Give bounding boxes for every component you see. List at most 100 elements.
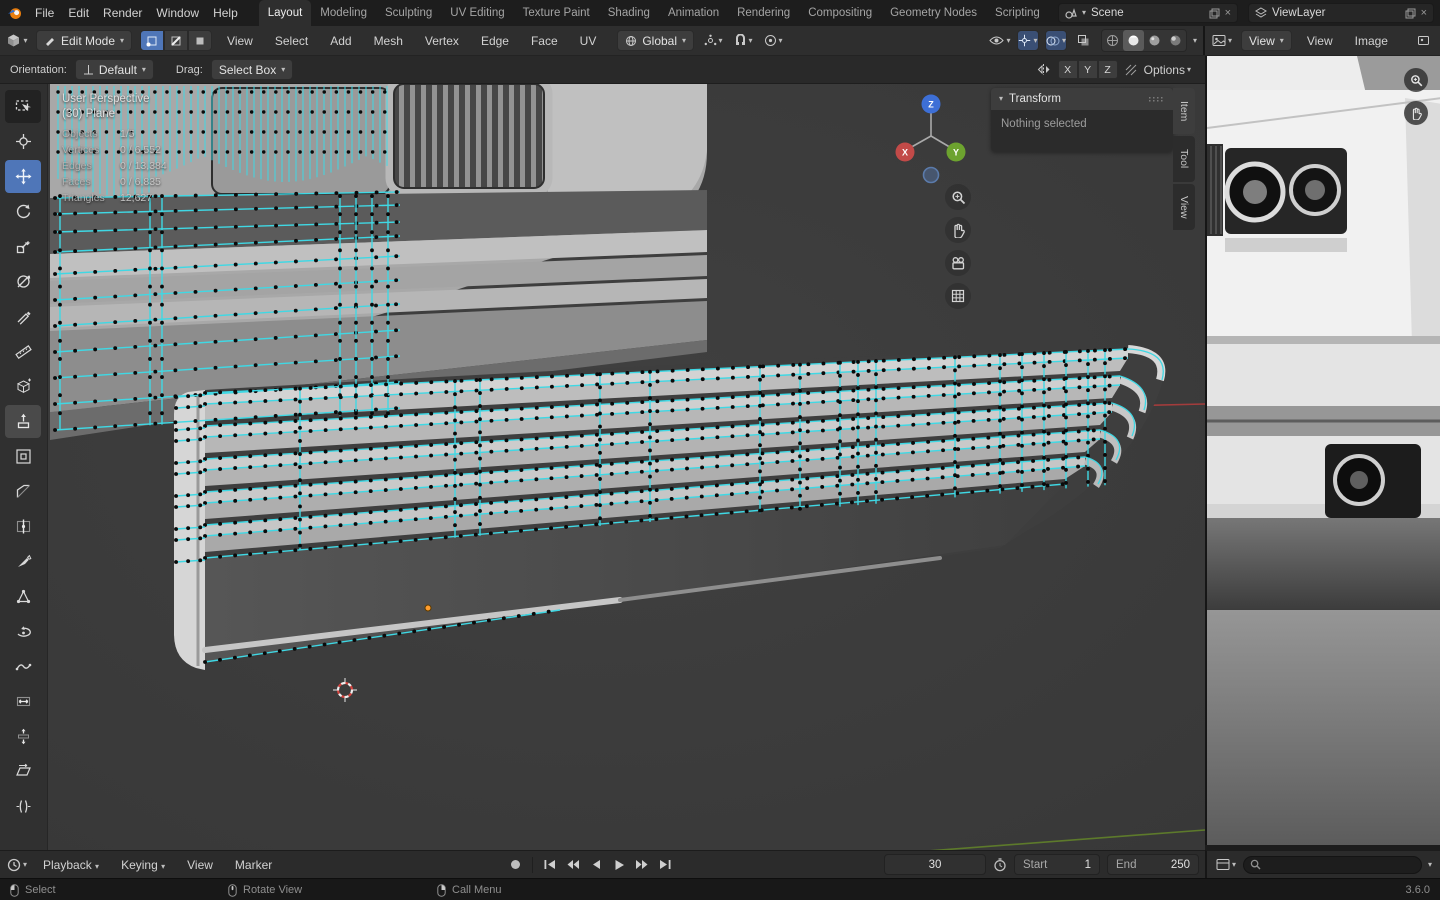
prev-keyframe-button[interactable] (562, 854, 583, 875)
remove-layer-icon[interactable]: × (1421, 7, 1427, 19)
shading-dropdown-chevron[interactable]: ▾ (1193, 36, 1197, 45)
timeline-view-menu[interactable]: View (180, 855, 220, 875)
orientation-default-dropdown[interactable]: Default ▾ (74, 59, 154, 80)
shading-wireframe-button[interactable] (1102, 30, 1123, 51)
tab-layout[interactable]: Layout (258, 0, 312, 26)
tool-shear[interactable] (5, 755, 41, 788)
tab-geometry-nodes[interactable]: Geometry Nodes (881, 0, 986, 26)
shading-material-button[interactable] (1144, 30, 1165, 51)
tab-animation[interactable]: Animation (659, 0, 728, 26)
tool-inset-faces[interactable] (5, 440, 41, 473)
tab-uv-editing[interactable]: UV Editing (441, 0, 513, 26)
tool-select-box[interactable] (5, 90, 41, 123)
timeline-marker-menu[interactable]: Marker (228, 855, 279, 875)
menu-help[interactable]: Help (206, 3, 245, 23)
image-pan-button[interactable] (1404, 101, 1428, 125)
mirror-y-button[interactable]: Y (1077, 60, 1098, 79)
panel-grip-icon[interactable] (1149, 96, 1165, 102)
tool-cursor[interactable] (5, 125, 41, 158)
tool-move[interactable] (5, 160, 41, 193)
playback-menu[interactable]: Playback ▾ (36, 855, 106, 875)
record-button[interactable] (505, 854, 526, 875)
sidebar-tab-view[interactable]: View (1173, 184, 1195, 230)
sidebar-tab-item[interactable]: Item (1173, 88, 1195, 134)
menu-uv[interactable]: UV (573, 31, 604, 51)
timeline-editor-selector[interactable]: ▾ (6, 854, 28, 875)
image-editor-region[interactable] (1205, 56, 1440, 845)
autokey-clock-icon[interactable] (993, 857, 1007, 872)
menu-edge[interactable]: Edge (474, 31, 516, 51)
navigation-gizmo[interactable]: Z X Y (895, 92, 967, 184)
pivot-point-dropdown[interactable]: ▾ (702, 30, 724, 51)
tab-modeling[interactable]: Modeling (311, 0, 376, 26)
scene-selector[interactable]: ▾ Scene × (1058, 3, 1238, 23)
frame-start-field[interactable]: Start 1 (1014, 854, 1100, 875)
ortho-toggle-button[interactable] (945, 283, 971, 309)
menu-ie-view[interactable]: View (1300, 31, 1340, 51)
next-keyframe-button[interactable] (631, 854, 652, 875)
search-input[interactable] (1243, 855, 1422, 874)
jump-to-end-button[interactable] (654, 854, 675, 875)
tool-shrink-fatten[interactable] (5, 720, 41, 753)
mirror-x-button[interactable]: X (1057, 60, 1078, 79)
current-frame-field[interactable]: 30 (884, 854, 986, 875)
tool-knife[interactable] (5, 545, 41, 578)
edge-select-button[interactable] (164, 30, 189, 51)
snap-settings-icon[interactable] (1124, 63, 1138, 77)
tool-rip-region[interactable] (5, 790, 41, 823)
menu-add[interactable]: Add (323, 31, 358, 51)
viewport-3d[interactable]: User Perspective (30) Plane Objects 1/5 V… (0, 84, 1205, 850)
tool-scale[interactable] (5, 230, 41, 263)
image-editor-type-selector[interactable]: ▾ (1211, 30, 1233, 51)
sidebar-tab-tool[interactable]: Tool (1173, 136, 1195, 182)
menu-select[interactable]: Select (268, 31, 315, 51)
image-zoom-in-button[interactable] (1404, 68, 1428, 92)
menu-vertex[interactable]: Vertex (418, 31, 466, 51)
tool-annotate[interactable] (5, 300, 41, 333)
drag-mode-dropdown[interactable]: Select Box ▾ (210, 59, 294, 80)
tab-shading[interactable]: Shading (599, 0, 659, 26)
tool-rotate[interactable] (5, 195, 41, 228)
zoom-view-button[interactable] (945, 184, 971, 210)
tab-texture-paint[interactable]: Texture Paint (514, 0, 599, 26)
menu-mesh[interactable]: Mesh (367, 31, 410, 51)
tool-loop-cut[interactable] (5, 510, 41, 543)
pan-view-button[interactable] (945, 217, 971, 243)
image-pin-icon[interactable] (1412, 30, 1434, 51)
menu-render[interactable]: Render (96, 3, 149, 23)
mode-dropdown[interactable]: Edit Mode ▾ (36, 30, 133, 51)
frame-end-field[interactable]: End 250 (1107, 854, 1199, 875)
gizmo-minus-z-axis[interactable] (922, 166, 940, 184)
proportional-editing-dropdown[interactable]: ▾ (762, 30, 784, 51)
face-select-button[interactable] (188, 30, 213, 51)
shading-solid-button[interactable] (1122, 30, 1144, 51)
new-layer-icon[interactable] (1405, 8, 1416, 19)
tab-compositing[interactable]: Compositing (799, 0, 881, 26)
vertex-select-button[interactable] (140, 30, 165, 51)
view-layer-selector[interactable]: ViewLayer × (1248, 3, 1434, 23)
mirror-z-button[interactable]: Z (1097, 60, 1118, 79)
tool-bevel[interactable] (5, 475, 41, 508)
camera-view-button[interactable] (945, 250, 971, 276)
tool-transform[interactable] (5, 265, 41, 298)
menu-window[interactable]: Window (149, 3, 206, 23)
tool-spin[interactable] (5, 615, 41, 648)
unlink-scene-icon[interactable]: × (1225, 7, 1231, 19)
footer-editor-selector[interactable]: ▾ (1215, 854, 1237, 875)
tab-sculpting[interactable]: Sculpting (376, 0, 441, 26)
snap-toggle[interactable]: ▾ (732, 30, 754, 51)
play-button[interactable] (608, 854, 629, 875)
menu-ie-image[interactable]: Image (1348, 31, 1395, 51)
tool-extrude-region[interactable] (5, 405, 41, 438)
transform-panel-header[interactable]: ▾ Transform (991, 88, 1173, 110)
new-scene-icon[interactable] (1209, 8, 1220, 19)
image-mode-dropdown[interactable]: View ▾ (1241, 30, 1292, 51)
overlays-dropdown[interactable]: ▾ (1044, 30, 1067, 51)
tab-rendering[interactable]: Rendering (728, 0, 799, 26)
xray-toggle[interactable] (1073, 30, 1095, 51)
editor-type-selector[interactable]: ▾ (6, 30, 28, 51)
tool-poly-build[interactable] (5, 580, 41, 613)
jump-to-start-button[interactable] (539, 854, 560, 875)
keying-menu[interactable]: Keying ▾ (114, 855, 172, 875)
tab-scripting[interactable]: Scripting (986, 0, 1049, 26)
